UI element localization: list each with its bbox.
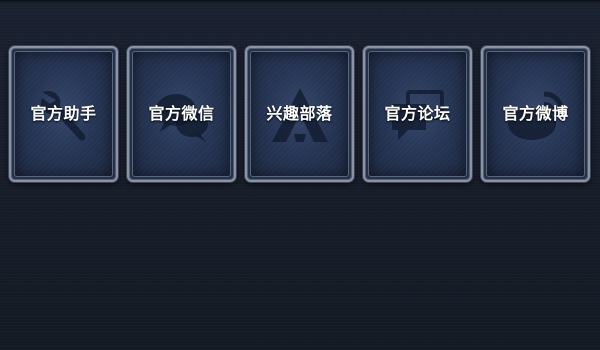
tile-label: 官方微博: [502, 104, 569, 123]
tile-interest-tribe[interactable]: 兴趣部落: [245, 46, 354, 182]
tile-inner: 官方论坛: [368, 51, 467, 177]
tile-inner: 兴趣部落: [250, 51, 349, 177]
tile-official-assistant[interactable]: 官方助手: [9, 46, 118, 182]
tile-row: 官方助手 官方微信 兴趣部落 官方论坛 官方微博: [9, 46, 591, 182]
tile-label: 兴趣部落: [266, 104, 333, 123]
tile-official-wechat[interactable]: 官方微信: [127, 46, 236, 182]
tile-inner: 官方助手: [14, 51, 113, 177]
tile-inner: 官方微信: [132, 51, 231, 177]
tile-label: 官方微信: [148, 104, 215, 123]
tile-official-weibo[interactable]: 官方微博: [481, 46, 590, 182]
tile-label: 官方助手: [30, 104, 97, 123]
tile-inner: 官方微博: [486, 51, 585, 177]
tile-official-forum[interactable]: 官方论坛: [363, 46, 472, 182]
top-edge-shadow: [0, 0, 600, 3]
tile-label: 官方论坛: [384, 104, 451, 123]
